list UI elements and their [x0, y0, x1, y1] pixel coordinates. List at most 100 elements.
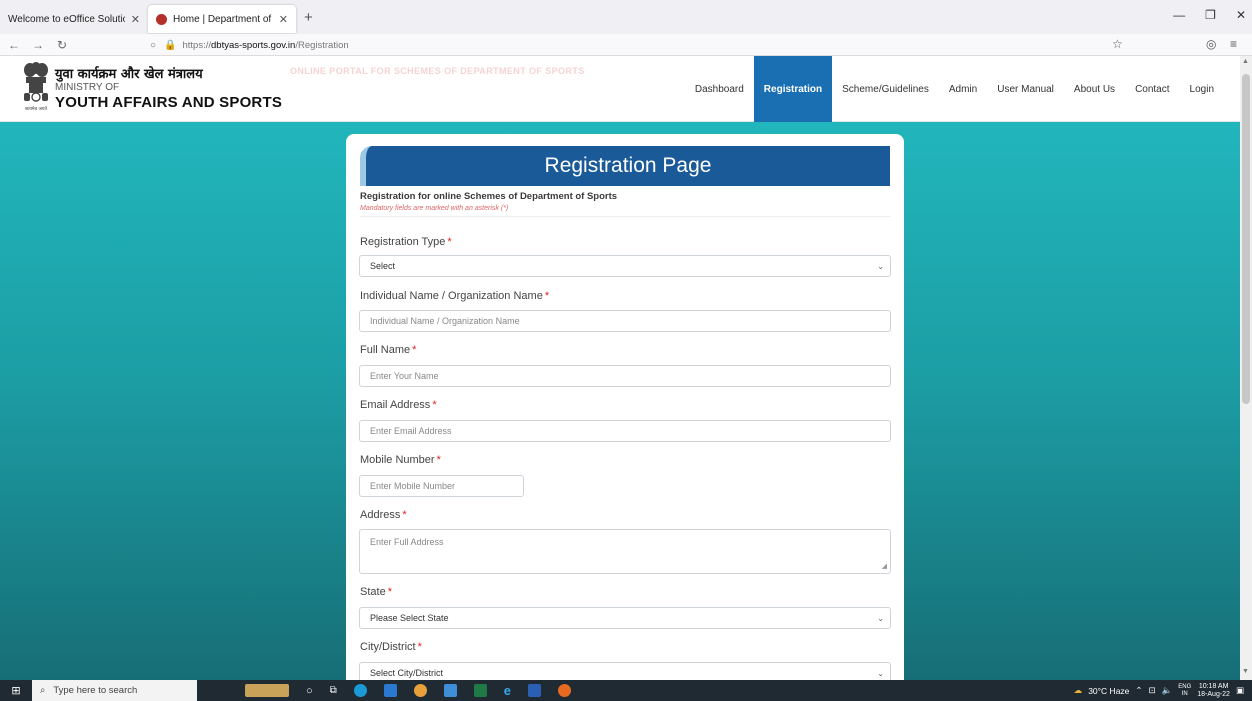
excel-icon[interactable] [473, 684, 487, 697]
scroll-thumb[interactable] [1242, 74, 1250, 404]
menu-item-registration[interactable]: Registration [753, 56, 833, 122]
registration-type-select[interactable]: Select ⌄ [359, 255, 891, 277]
bookmark-star-icon[interactable]: ☆ [1112, 37, 1123, 51]
state-select[interactable]: Please Select State ⌄ [359, 607, 891, 629]
browser-tab-eoffice[interactable]: Welcome to eOffice Solution ✕ [0, 5, 148, 33]
store-icon[interactable] [383, 684, 397, 697]
forward-icon[interactable]: → [28, 38, 48, 52]
ie-icon[interactable]: e [504, 683, 511, 698]
required-mark: * [544, 290, 550, 302]
back-icon[interactable]: ← [4, 38, 24, 52]
close-icon[interactable]: ✕ [131, 13, 140, 26]
close-window-icon[interactable]: ✕ [1236, 8, 1246, 22]
cortana-icon[interactable]: ○ [306, 685, 313, 697]
menu-item-user-manual[interactable]: User Manual [987, 56, 1064, 122]
label-text: Mobile Number [360, 454, 435, 466]
lang-bottom: IN [1181, 690, 1188, 697]
national-emblem-icon: सत्यमेव जयते [24, 62, 48, 112]
windows-start-icon[interactable]: ⊞ [0, 684, 32, 697]
city-select[interactable]: Select City/District ⌄ [359, 662, 891, 680]
lang-top: ENG [1178, 683, 1192, 690]
required-mark: * [412, 344, 417, 356]
emblem-caption: सत्यमेव जयते [25, 105, 48, 112]
registration-card: Registration Page Registration for onlin… [346, 134, 904, 680]
main-menu: Dashboard Registration Scheme/Guidelines… [685, 56, 1240, 122]
mobile-input[interactable]: Enter Mobile Number [359, 475, 524, 497]
scroll-up-icon[interactable]: ▲ [1242, 58, 1249, 65]
task-view-icon[interactable]: ⧉ [330, 685, 337, 696]
weather-text[interactable]: 30°C Haze [1088, 686, 1129, 696]
taskbar-apps: ○ ⧉ e [245, 683, 572, 698]
label-text: City/District [360, 641, 416, 653]
ministry-name: YOUTH AFFAIRS AND SPORTS [55, 94, 283, 111]
firefox-icon[interactable] [558, 684, 572, 697]
browser-nav-bar: ← → ↻ ○ 🔒 https:// dbtyas-sports.gov.in … [0, 34, 1252, 56]
volume-icon[interactable]: 🔈 [1162, 685, 1173, 696]
menu-item-scheme-guidelines[interactable]: Scheme/Guidelines [832, 56, 939, 122]
label-text: Email Address [360, 399, 431, 411]
clock[interactable]: 10:18 AM 18-Aug-22 [1197, 683, 1230, 699]
select-value: Please Select State [370, 613, 449, 623]
menu-item-about-us[interactable]: About Us [1064, 56, 1125, 122]
menu-item-contact[interactable]: Contact [1125, 56, 1179, 122]
city-label: City/District * [360, 641, 422, 653]
address-placeholder: Enter Full Address [370, 537, 444, 547]
chevron-up-icon[interactable]: ⌃ [1135, 685, 1142, 696]
org-name-input[interactable]: Individual Name / Organization Name [359, 310, 891, 332]
form-subtitle: Registration for online Schemes of Depar… [360, 191, 618, 202]
required-mark: * [432, 399, 437, 411]
chrome-icon[interactable] [413, 684, 427, 697]
required-mark: * [417, 641, 422, 653]
divider [360, 216, 890, 217]
org-name-label: Individual Name / Organization Name * [360, 290, 549, 302]
close-icon[interactable]: ✕ [279, 13, 288, 26]
address-label: Address * [360, 509, 407, 521]
tab-title: Home | Department of Sports [173, 13, 273, 25]
restore-icon[interactable]: ❐ [1205, 8, 1216, 22]
chevron-down-icon: ⌄ [877, 669, 884, 678]
label-text: Individual Name / Organization Name [360, 290, 543, 302]
required-mark: * [387, 586, 392, 598]
menu-item-dashboard[interactable]: Dashboard [685, 56, 754, 122]
required-mark: * [402, 509, 407, 521]
pocket-icon[interactable]: ◎ [1206, 37, 1216, 51]
edge-icon[interactable] [353, 684, 367, 697]
page-title: Registration Page [360, 146, 890, 186]
portal-banner: ONLINE PORTAL FOR SCHEMES OF DEPARTMENT … [290, 66, 585, 76]
weather-icon: ☁ [1073, 685, 1083, 695]
menu-item-login[interactable]: Login [1180, 56, 1240, 122]
browser-tab-sports[interactable]: Home | Department of Sports ✕ [148, 5, 296, 33]
notifications-icon[interactable]: ▣ [1236, 685, 1244, 696]
lock-icon[interactable]: 🔒 [164, 40, 176, 51]
mail-icon[interactable] [443, 684, 457, 697]
network-icon[interactable]: ⊡ [1149, 685, 1156, 696]
required-mark: * [447, 236, 452, 248]
taskbar-search[interactable]: ⌕ Type here to search [32, 680, 197, 701]
required-mark: * [436, 454, 441, 466]
label-text: Registration Type [360, 236, 446, 248]
window-controls: — ❐ ✕ [1173, 8, 1246, 22]
clock-date: 18-Aug-22 [1197, 690, 1230, 698]
url-path: /Registration [295, 39, 349, 51]
new-tab-icon[interactable]: + [304, 9, 313, 26]
main-content: Registration Page Registration for onlin… [0, 122, 1240, 680]
minimize-icon[interactable]: — [1173, 8, 1185, 22]
language-indicator[interactable]: ENG IN [1178, 684, 1191, 698]
news-widget-icon[interactable] [245, 684, 289, 697]
page-scrollbar[interactable]: ▲ ▼ [1240, 56, 1252, 680]
word-icon[interactable] [528, 684, 542, 697]
site-header: सत्यमेव जयते युवा कार्यक्रम और खेल मंत्र… [0, 56, 1240, 122]
email-input[interactable]: Enter Email Address [359, 420, 891, 442]
scroll-down-icon[interactable]: ▼ [1242, 668, 1249, 675]
browser-tab-strip: Welcome to eOffice Solution ✕ Home | Dep… [0, 0, 1252, 34]
reload-icon[interactable]: ↻ [52, 38, 72, 52]
label-text: Full Name [360, 344, 411, 356]
full-name-input[interactable]: Enter Your Name [359, 365, 891, 387]
resize-handle-icon[interactable]: ◢ [882, 562, 887, 570]
menu-icon[interactable]: ≡ [1230, 37, 1237, 51]
address-bar[interactable]: ○ 🔒 https:// dbtyas-sports.gov.in /Regis… [150, 36, 1135, 54]
menu-item-admin[interactable]: Admin [939, 56, 987, 122]
address-textarea[interactable]: Enter Full Address ◢ [359, 529, 891, 574]
chevron-down-icon: ⌄ [877, 614, 884, 623]
url-scheme: https:// [182, 39, 212, 51]
